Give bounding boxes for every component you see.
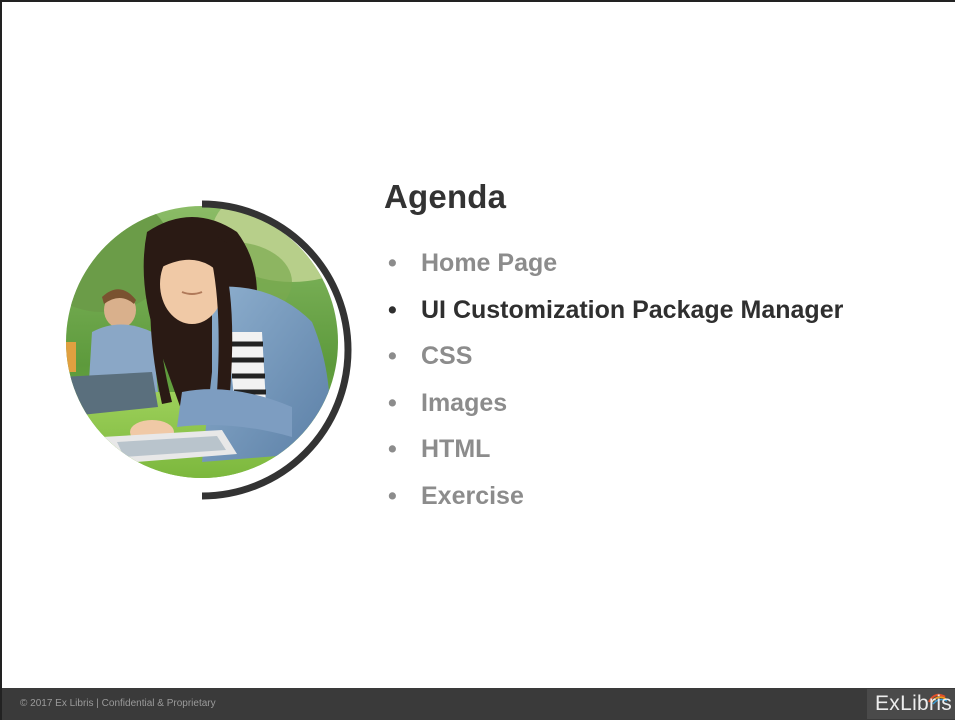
agenda-item-home-page: • Home Page <box>382 240 843 287</box>
copyright-text: © 2017 Ex Libris | Confidential & Propri… <box>20 698 216 709</box>
slide: Agenda • Home Page • UI Customization Pack… <box>0 0 955 720</box>
student-photo <box>62 192 362 507</box>
agenda-item-exercise: • Exercise <box>382 473 843 520</box>
bullet-icon: • <box>388 249 397 277</box>
footer-bar: © 2017 Ex Libris | Confidential & Propri… <box>2 688 955 720</box>
logo-text: ExLibris <box>875 692 953 715</box>
bullet-icon: • <box>388 295 397 324</box>
bullet-icon: • <box>388 481 397 510</box>
agenda-item-label: Exercise <box>421 481 524 510</box>
agenda-list: • Home Page • UI Customization Package Man… <box>382 240 843 519</box>
agenda-item-label: Home Page <box>421 249 558 277</box>
agenda-item-ui-customization: • UI Customization Package Manager <box>382 287 843 334</box>
agenda-item-label: Images <box>421 388 508 417</box>
slide-title: Agenda <box>384 178 507 215</box>
exlibris-logo: ExLibris <box>867 689 955 719</box>
agenda-item-images: • Images <box>382 380 843 427</box>
bullet-icon: • <box>388 388 397 417</box>
bullet-icon: • <box>388 342 397 370</box>
agenda-item-css: • CSS <box>382 333 843 380</box>
agenda-item-html: • HTML <box>382 426 843 473</box>
agenda-item-label: UI Customization Package Manager <box>421 295 844 324</box>
bullet-icon: • <box>388 435 397 463</box>
agenda-item-label: HTML <box>421 435 491 463</box>
agenda-item-label: CSS <box>421 342 473 370</box>
